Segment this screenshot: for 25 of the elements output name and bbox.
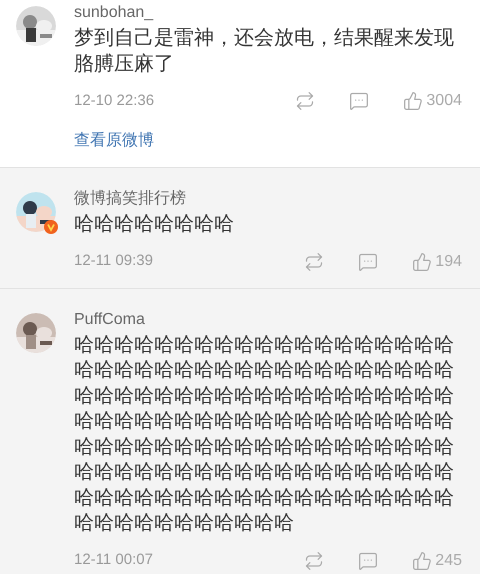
comment-icon [349, 91, 370, 111]
user-name[interactable]: sunbohan_ [74, 2, 462, 24]
repost-button[interactable] [295, 91, 316, 111]
repost-icon [295, 91, 316, 111]
comment-icon [358, 550, 378, 570]
timestamp: 12-10 22:36 [74, 90, 156, 111]
comment-text: 哈哈哈哈哈哈哈哈 [74, 212, 235, 237]
user-name[interactable]: 微博搞笑排行榜 [74, 188, 462, 210]
thumbs-up-icon [412, 252, 432, 272]
comment-button[interactable] [358, 252, 378, 272]
comment-button[interactable] [358, 550, 378, 570]
comment-button[interactable] [349, 91, 370, 111]
user-name[interactable]: PuffComa [74, 308, 462, 330]
comment-text: 哈哈哈哈哈哈哈哈哈哈哈哈哈哈哈哈哈哈哈哈哈哈哈哈哈哈哈哈哈哈哈哈哈哈哈哈哈哈哈哈哈哈哈哈哈哈哈哈哈哈哈哈哈哈哈哈哈哈哈哈哈哈哈哈哈哈哈哈哈哈哈哈哈哈哈哈哈哈哈哈哈哈哈哈哈哈哈哈哈哈哈哈哈哈哈哈哈哈哈哈哈哈哈哈哈哈哈哈哈哈哈哈哈哈哈哈哈哈哈哈哈哈哈哈哈哈哈哈哈哈哈哈哈哈哈哈哈哈哈哈哈哈哈哈 [74, 332, 455, 536]
comment-text: 梦到自己是雷神，还会放电，结果醒来发现胳膊压麻了 [74, 26, 455, 76]
thumbs-up-icon [412, 550, 432, 570]
thumbs-up-icon [403, 91, 424, 111]
repost-button[interactable] [304, 550, 324, 570]
repost-icon [304, 550, 324, 570]
repost-button[interactable] [304, 252, 324, 272]
repost-icon [304, 252, 324, 272]
view-original-link[interactable]: 查看原微博 [74, 129, 154, 153]
timestamp: 12-11 09:39 [74, 251, 154, 272]
comment-icon [358, 252, 378, 272]
timestamp: 12-11 00:07 [74, 550, 154, 570]
